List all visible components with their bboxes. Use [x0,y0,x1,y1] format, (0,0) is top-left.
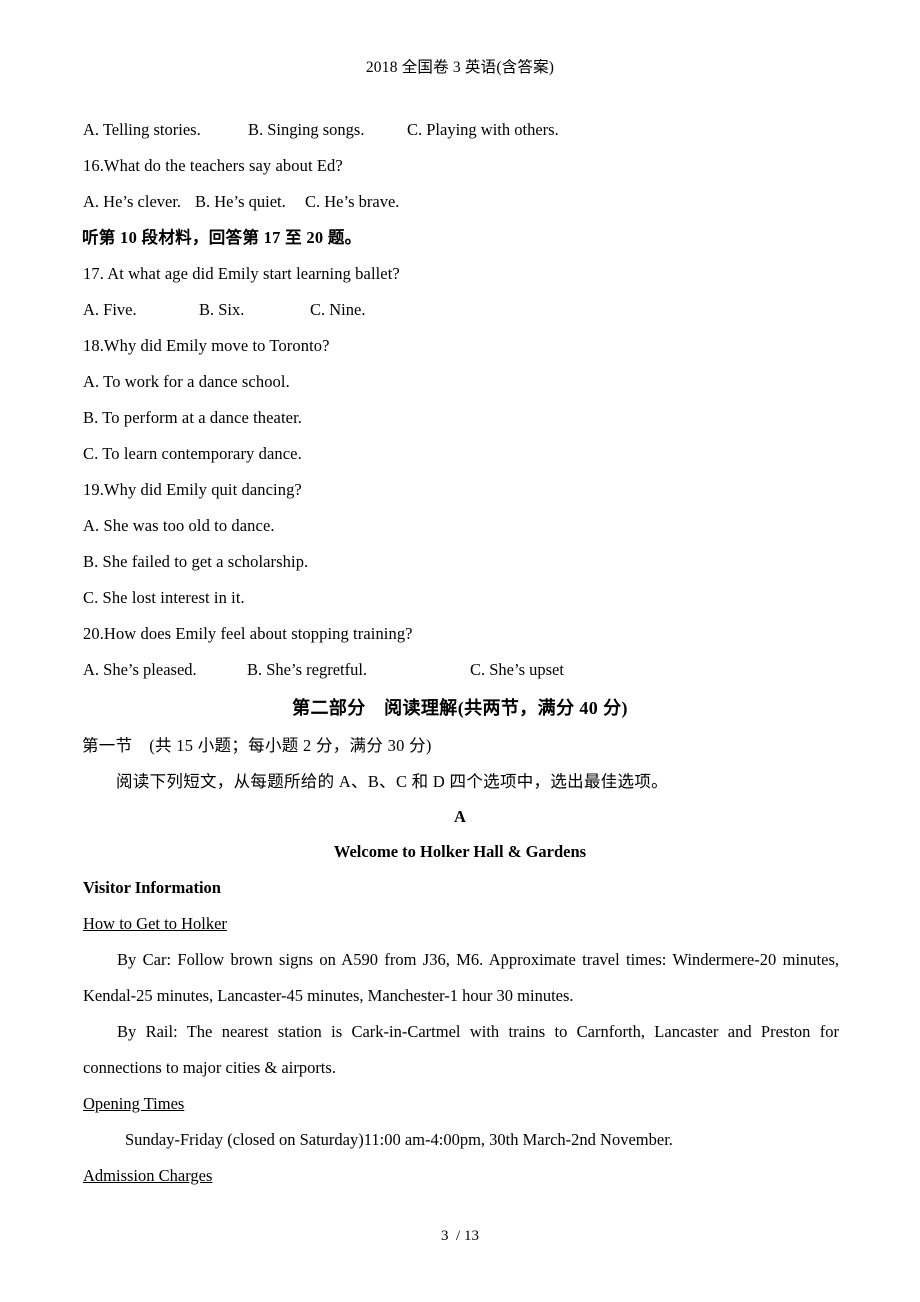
q18-choice-c: C. To learn contemporary dance. [83,444,302,463]
question-17-choices: A. Five. B. Six. C. Nine. [83,292,839,328]
question-20-stem: 20.How does Emily feel about stopping tr… [83,624,413,643]
q16-choice-a: A. He’s clever. [83,192,182,211]
q15-choice-a: A. Telling stories. [83,120,201,139]
q15-choice-b: B. Singing songs. [248,120,365,139]
opening-times-heading-wrap: Opening Times [83,1086,839,1122]
how-to-get-heading: How to Get to Holker [83,914,227,933]
reading-instruction: 阅读下列短文，从每题所给的 A、B、C 和 D 四个选项中，选出最佳选项。 [116,772,668,791]
q17-choice-a: A. Five. [83,300,137,319]
question-18-stem: 18.Why did Emily move to Toronto? [83,336,330,355]
q16-choice-b: B. He’s quiet. [195,192,286,211]
q17-choice-b: B. Six. [199,300,245,319]
admission-charges-heading-wrap: Admission Charges [83,1158,839,1194]
document-page: 2018 全国卷 3 英语(含答案) A. Telling stories. B… [0,0,920,1302]
q17-choice-c: C. Nine. [310,300,366,319]
part-two-heading: 第二部分 阅读理解(共两节，满分 40 分) [292,698,628,718]
question-20-choices: A. She’s pleased. B. She’s regretful. C.… [83,652,839,688]
q20-choice-b: B. She’s regretful. [247,660,368,679]
q19-choice-c: C. She lost interest in it. [83,588,245,607]
question-16-stem: 16.What do the teachers say about Ed? [83,156,343,175]
question-19-stem: 19.Why did Emily quit dancing? [83,480,302,499]
section-one-heading: 第一节 (共 15 小题；每小题 2 分，满分 30 分) [82,736,432,755]
q20-choice-c: C. She’s upset [470,660,564,679]
by-car-paragraph: By Car: Follow brown signs on A590 from … [83,950,839,1005]
q20-choice-a: A. She’s pleased. [83,660,197,679]
passage-letter: A [454,807,466,826]
opening-times-text: Sunday-Friday (closed on Saturday)11:00 … [125,1130,673,1149]
q19-choice-b: B. She failed to get a scholarship. [83,552,309,571]
how-to-get-heading-wrap: How to Get to Holker [83,906,839,942]
document-body: A. Telling stories. B. Singing songs. C.… [82,112,839,1194]
passage-title: Welcome to Holker Hall & Gardens [333,842,587,861]
q16-choice-c: C. He’s brave. [305,192,400,211]
by-rail-paragraph: By Rail: The nearest station is Cark-in-… [83,1022,839,1077]
q19-choice-a: A. She was too old to dance. [83,516,275,535]
visitor-information-heading: Visitor Information [83,878,221,897]
q15-choice-c: C. Playing with others. [407,120,559,139]
opening-times-heading: Opening Times [83,1094,185,1113]
listening-material-note: 听第 10 段材料，回答第 17 至 20 题。 [82,228,362,247]
page-header: 2018 全国卷 3 英语(含答案) [365,59,555,76]
question-17-stem: 17. At what age did Emily start learning… [83,264,400,283]
admission-charges-heading: Admission Charges [83,1166,213,1185]
question-16-choices: A. He’s clever. B. He’s quiet. C. He’s b… [83,184,839,220]
q18-choice-b: B. To perform at a dance theater. [83,408,303,427]
page-footer: 3 / 13 [441,1228,479,1244]
question-15-choices: A. Telling stories. B. Singing songs. C.… [83,112,839,148]
q18-choice-a: A. To work for a dance school. [83,372,290,391]
